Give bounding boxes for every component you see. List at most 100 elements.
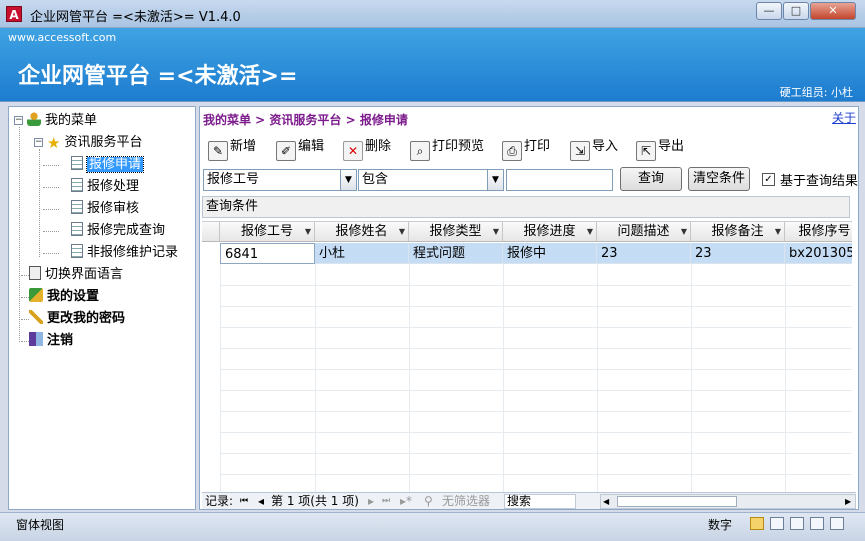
collapse-toggle-root[interactable]: − [14,116,23,125]
last-record-button[interactable]: ⏭ [382,493,390,509]
edit-button[interactable]: ✐ 编辑 [276,135,325,161]
new-button[interactable]: ✎ 新增 [208,135,256,161]
scroll-right-icon[interactable]: ▶ [845,495,851,508]
minimize-button[interactable]: — [756,2,782,20]
horizontal-scrollbar[interactable]: ◀ ▶ [600,494,856,509]
print-preview-button[interactable]: ⌕ 打印预览 [410,135,485,161]
clear-conditions-button[interactable]: 清空条件 [688,167,750,191]
query-button[interactable]: 查询 [620,167,682,191]
design-view-icon[interactable] [830,517,844,530]
tree-item-label: 报修完成查询 [87,223,166,238]
delete-button[interactable]: ✕ 删除 [343,135,391,161]
tree-item-switch-language[interactable]: 切换界面语言 [29,265,123,285]
import-icon: ⇲ [570,141,590,161]
column-header-repair-name[interactable]: 报修姓名 ▼ [315,222,409,242]
star-icon: ★ [47,134,61,152]
app-icon[interactable]: A [6,6,22,22]
table-cell[interactable]: 程式问题 [409,243,503,264]
tree-item-label: 报修审核 [87,201,140,216]
column-header-repair-serial[interactable]: 报修序号 [785,222,852,242]
export-button[interactable]: ⇱ 导出 [636,135,684,161]
tree-item-label: 注销 [47,333,74,348]
column-header-label: 报修备注 [711,224,764,239]
collapse-toggle-group[interactable]: − [34,138,43,147]
about-link[interactable]: 关于 [832,109,856,126]
maximize-button[interactable]: □ [783,2,809,20]
search-input[interactable]: 搜索 [504,494,576,509]
form-view-icon[interactable] [750,517,764,530]
tree-item-repair-review[interactable]: 报修审核 [71,199,139,219]
column-header-label: 报修类型 [429,224,482,239]
column-header-problem-desc[interactable]: 问题描述 ▼ [597,222,691,242]
record-position[interactable]: 第 1 项(共 1 项) [271,493,359,509]
first-record-button[interactable]: ⏮ [240,493,248,509]
tree-item-label: 报修处理 [87,179,140,194]
datasheet-view-icon[interactable] [770,517,784,530]
print-button-label: 打印 [524,139,551,154]
tree-item-repair-request[interactable]: 报修申请 [71,155,145,175]
tree-item-info-service[interactable]: ★ 资讯服务平台 [47,133,142,153]
next-record-button[interactable]: ▸ [368,493,374,509]
chevron-down-icon[interactable]: ▼ [587,222,593,242]
tree-item-repair-complete-query[interactable]: 报修完成查询 [71,221,165,241]
column-header-label: 报修序号 [798,224,851,239]
new-record-button[interactable]: ▸* [400,493,412,509]
form-icon [71,178,83,192]
content-panel: 我的菜单 > 资讯服务平台 > 报修申请 关于 ✎ 新增 ✐ 编辑 ✕ 删除 ⌕ 打印预… [199,106,859,510]
table-cell[interactable]: 23 [691,243,785,264]
query-conditions-box[interactable]: 查询条件 [202,196,850,218]
based-on-results-checkbox[interactable]: ✓ [762,173,775,186]
filter-status[interactable]: 无筛选器 [442,493,490,509]
table-cell[interactable]: 报修中 [503,243,597,264]
prev-record-button[interactable]: ◂ [258,493,264,509]
close-button[interactable]: ✕ [810,2,856,20]
print-preview-button-label: 打印预览 [432,139,485,154]
chevron-down-icon[interactable]: ▼ [487,170,503,190]
record-label: 记录: [205,494,234,508]
scroll-left-icon[interactable]: ◀ [603,495,609,508]
filter-icon[interactable]: ⚲ [424,493,433,509]
chevron-down-icon[interactable]: ▼ [399,222,405,242]
delete-icon: ✕ [343,141,363,161]
import-button[interactable]: ⇲ 导入 [570,135,619,161]
chevron-down-icon[interactable]: ▼ [305,222,311,242]
column-header-repair-progress[interactable]: 报修进度 ▼ [503,222,597,242]
tree-item-logout[interactable]: 注销 [29,331,73,351]
column-header-repair-remark[interactable]: 报修备注 ▼ [691,222,785,242]
table-cell[interactable]: bx201305( [785,243,852,264]
tree-item-label: 非报修维护记录 [87,245,179,260]
user-icon [27,112,41,126]
pivot-view-icon[interactable] [810,517,824,530]
window-title: 企业网管平台 =<未激活>= V1.4.0 [30,10,241,25]
chevron-down-icon[interactable]: ▼ [775,222,781,242]
table-cell[interactable]: 小杜 [315,243,409,264]
tree-item-my-menu[interactable]: 我的菜单 [27,111,97,131]
edit-button-label: 编辑 [298,139,325,154]
tree-item-label: 我的设置 [47,289,100,304]
tree-item-non-repair-records[interactable]: 非报修维护记录 [71,243,178,263]
scroll-thumb[interactable] [617,496,737,507]
chevron-down-icon[interactable]: ▼ [493,222,499,242]
column-header-repair-type[interactable]: 报修类型 ▼ [409,222,503,242]
tree-item-label: 更改我的密码 [47,311,126,326]
select-all-corner[interactable] [202,222,220,242]
print-button[interactable]: ⎙ 打印 [502,135,551,161]
tree-item-label: 报修申请 [85,156,145,173]
banner-url: www.accessoft.com [8,31,117,44]
table-cell[interactable]: 6841 [220,243,315,264]
tree-item-my-settings[interactable]: 我的设置 [29,287,99,307]
filter-operator-value: 包含 [362,172,389,187]
filter-operator-select[interactable]: 包含 ▼ [358,169,504,191]
tree-item-change-password[interactable]: 更改我的密码 [29,309,125,329]
layout-view-icon[interactable] [790,517,804,530]
chevron-down-icon[interactable]: ▼ [340,170,356,190]
column-header-label: 报修工号 [240,224,293,239]
table-cell[interactable]: 23 [597,243,691,264]
filter-value-input[interactable] [506,169,613,191]
banner-title: 企业网管平台 =<未激活>= [18,64,298,89]
chevron-down-icon[interactable]: ▼ [681,222,687,242]
column-header-repair-id[interactable]: 报修工号 ▼ [220,222,315,242]
filter-field-select[interactable]: 报修工号 ▼ [203,169,357,191]
tree-item-repair-process[interactable]: 报修处理 [71,177,139,197]
import-button-label: 导入 [592,139,619,154]
